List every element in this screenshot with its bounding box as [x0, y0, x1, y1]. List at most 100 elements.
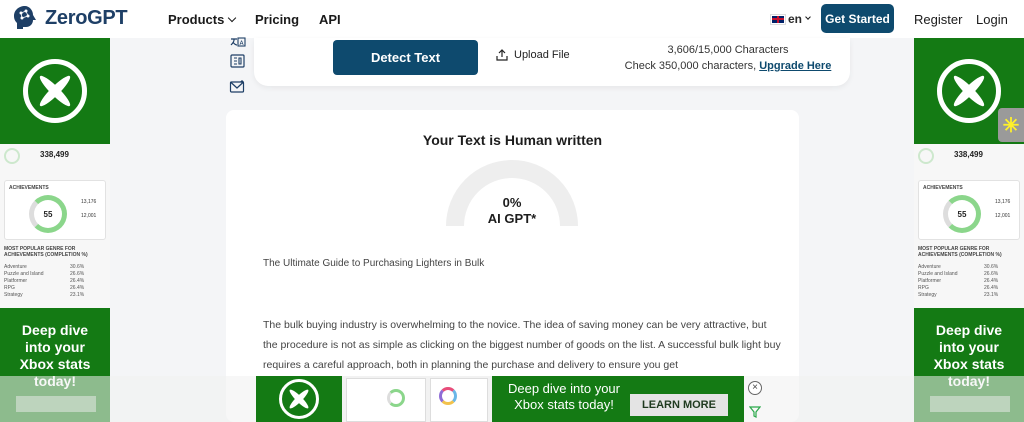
- ring-icon: [439, 387, 457, 405]
- ad-genre-row: Platformer 26.4%: [918, 278, 1018, 284]
- translate-icon[interactable]: A: [229, 36, 246, 50]
- ad-achievements: ACHIEVEMENTS 55 13,176 12,001: [4, 180, 106, 240]
- ad-ring: 55: [29, 195, 67, 233]
- ad-stats-card: 338,499 ACHIEVEMENTS 55 13,176 12,001 MO…: [914, 144, 1024, 308]
- ring-icon: [387, 389, 405, 407]
- ad-ring-side-1: 13,176: [81, 199, 97, 205]
- document-icon[interactable]: [229, 54, 246, 68]
- ring-icon: [918, 148, 934, 164]
- get-started-button[interactable]: Get Started: [821, 4, 894, 33]
- ad-genre-row: Puzzle and Island 26.6%: [918, 271, 1018, 277]
- result-title: Your Text is Human written: [422, 132, 603, 148]
- register-link[interactable]: Register: [914, 12, 962, 27]
- upload-file-button[interactable]: Upload File: [496, 49, 570, 61]
- ad-list-title: MOST POPULAR GENRE FOR ACHIEVEMENTS (COM…: [4, 246, 88, 258]
- ad-ring-side-2: 12,001: [81, 213, 97, 219]
- uk-flag-icon: [770, 13, 786, 25]
- upload-file-label: Upload File: [514, 49, 570, 61]
- nav-products[interactable]: Products: [168, 12, 237, 27]
- ad-genre-row: Adventure 30.6%: [918, 264, 1018, 270]
- right-side-ad[interactable]: 338,499 ACHIEVEMENTS 55 13,176 12,001 MO…: [914, 38, 1024, 422]
- close-ad-button[interactable]: ×: [748, 381, 762, 395]
- chevron-down-icon: [805, 14, 811, 20]
- char-count-text: 3,606/15,000 Characters: [667, 44, 789, 56]
- ad-genre-row: Strategy 23.1%: [918, 292, 1018, 298]
- upgrade-line: Check 350,000 characters, Upgrade Here: [614, 58, 842, 74]
- genre-name: Adventure: [4, 264, 27, 270]
- language-selector[interactable]: en: [770, 12, 811, 26]
- brain-logo-icon: [14, 6, 36, 29]
- genre-pct: 26.4%: [70, 285, 85, 291]
- genre-pct: 26.4%: [984, 285, 999, 291]
- genre-pct: 26.6%: [984, 271, 999, 277]
- ad-list-title: MOST POPULAR GENRE FOR ACHIEVEMENTS (COM…: [918, 246, 1002, 258]
- left-side-ad[interactable]: 338,499 ACHIEVEMENTS 55 13,176 12,001 MO…: [0, 38, 110, 422]
- genre-pct: 30.6%: [70, 264, 85, 270]
- genre-pct: 23.1%: [984, 292, 999, 298]
- character-counter: 3,606/15,000 Characters Check 350,000 ch…: [614, 42, 842, 74]
- ad-genre-row: RPG 26.4%: [918, 285, 1018, 291]
- genre-name: RPG: [918, 285, 929, 291]
- sparkle-icon: ✳: [1002, 114, 1020, 137]
- ad-ach-title: ACHIEVEMENTS: [9, 185, 49, 191]
- nav-products-label: Products: [168, 12, 225, 27]
- ad-screenshot: [346, 378, 426, 422]
- logo[interactable]: ZeroGPT: [10, 3, 128, 33]
- feedback-widget[interactable]: ✳: [998, 108, 1024, 142]
- genre-pct: 30.6%: [984, 264, 999, 270]
- genre-pct: 26.4%: [984, 278, 999, 284]
- ad-logo-banner: [256, 376, 342, 422]
- document-title: The Ultimate Guide to Purchasing Lighter…: [263, 258, 485, 269]
- brand-name: ZeroGPT: [45, 6, 128, 29]
- ad-stats-card: 338,499 ACHIEVEMENTS 55 13,176 12,001 MO…: [0, 144, 110, 308]
- xbox-logo-icon: [279, 379, 319, 419]
- ad-achievements: ACHIEVEMENTS 55 13,176 12,001: [918, 180, 1020, 240]
- bottom-banner-ad[interactable]: Deep dive into your Xbox stats today! LE…: [0, 376, 1024, 422]
- bottom-ad-headline: Deep dive into your Xbox stats today!: [507, 381, 620, 412]
- bottom-ad-learn-more-button[interactable]: LEARN MORE: [630, 394, 728, 416]
- ad-screenshot: [430, 378, 488, 422]
- document-body: The bulk buying industry is overwhelming…: [263, 319, 781, 371]
- gauge-label: AI GPT*: [487, 211, 537, 226]
- ad-genre-row: Platformer 26.4%: [4, 278, 104, 284]
- ring-icon: [4, 148, 20, 164]
- top-nav: ZeroGPT Products Pricing API en Get Star…: [0, 0, 1024, 38]
- chevron-down-icon: [228, 13, 237, 23]
- genre-name: Adventure: [918, 264, 941, 270]
- login-link[interactable]: Login: [976, 12, 1008, 27]
- nav-pricing[interactable]: Pricing: [255, 12, 299, 27]
- ad-genre-row: RPG 26.4%: [4, 285, 104, 291]
- ad-ring-side-1: 13,176: [995, 199, 1011, 205]
- genre-name: Puzzle and Island: [918, 271, 958, 277]
- ad-ach-title: ACHIEVEMENTS: [923, 185, 963, 191]
- ad-cta-block: Deep dive into your Xbox stats today! LE…: [492, 376, 744, 422]
- detector-controls: Detect Text Upload File 3,606/15,000 Cha…: [254, 38, 850, 86]
- genre-pct: 23.1%: [70, 292, 85, 298]
- upgrade-link[interactable]: Upgrade Here: [759, 60, 831, 72]
- mail-icon[interactable]: [229, 79, 246, 93]
- genre-pct: 26.4%: [70, 278, 85, 284]
- ad-genre-row: Strategy 23.1%: [4, 292, 104, 298]
- genre-name: Strategy: [4, 292, 23, 298]
- ad-genre-row: Puzzle and Island 26.6%: [4, 271, 104, 277]
- ad-screenshots: [342, 376, 492, 422]
- xbox-logo-icon: [937, 59, 1001, 123]
- genre-name: Platformer: [4, 278, 28, 284]
- check-chars-text: Check 350,000 characters,: [624, 60, 757, 72]
- ad-genre-row: Adventure 30.6%: [4, 264, 104, 270]
- ad-stat-number: 338,499: [40, 150, 69, 159]
- xbox-logo-icon: [23, 59, 87, 123]
- ad-ring-side-2: 12,001: [995, 213, 1011, 219]
- genre-name: Platformer: [918, 278, 942, 284]
- ad-ring: 55: [943, 195, 981, 233]
- detect-text-button[interactable]: Detect Text: [333, 40, 478, 75]
- ad-stat-number: 338,499: [954, 150, 983, 159]
- genre-name: Puzzle and Island: [4, 271, 44, 277]
- ad-logo-banner: [0, 38, 110, 144]
- gauge-percentage: 0%: [502, 195, 522, 210]
- genre-name: RPG: [4, 285, 15, 291]
- genre-name: Strategy: [918, 292, 937, 298]
- genre-pct: 26.6%: [70, 271, 85, 277]
- adchoices-icon[interactable]: [749, 406, 761, 418]
- nav-api[interactable]: API: [319, 12, 341, 27]
